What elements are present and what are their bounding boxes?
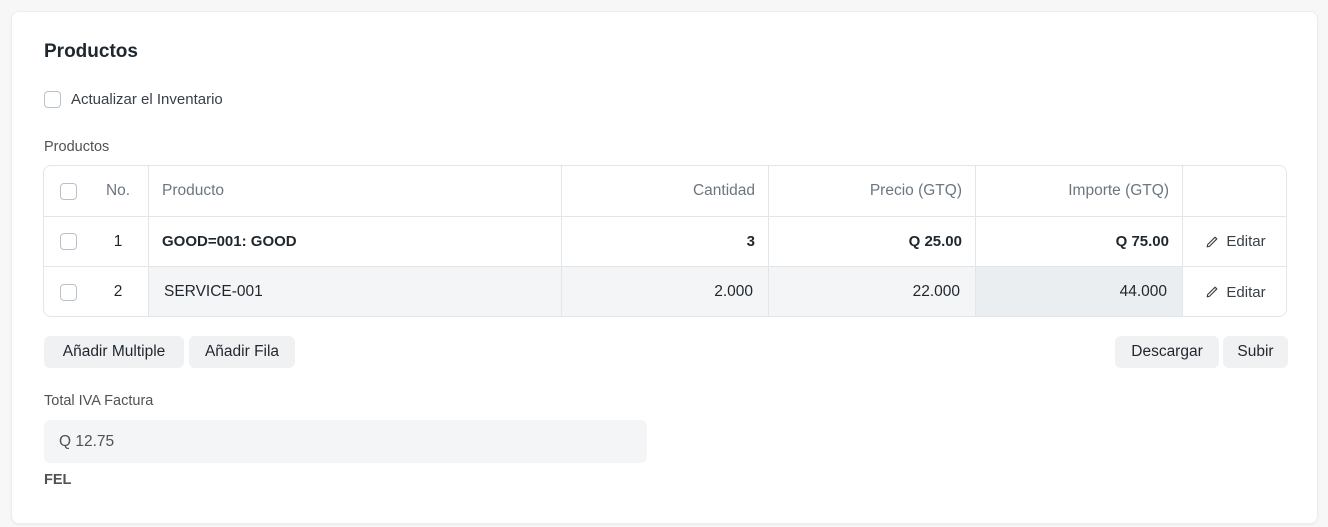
total-tax-label: Total IVA Factura (44, 393, 154, 409)
row-actions: Editar (1182, 267, 1286, 316)
grid-header-row: No. Producto Cantidad Precio (GTQ) Impor… (44, 166, 1286, 217)
edit-row-label: Editar (1226, 283, 1266, 301)
row-checkbox[interactable] (60, 233, 77, 250)
download-button[interactable]: Descargar (1115, 336, 1219, 368)
total-tax-field: Q 12.75 (44, 420, 647, 463)
edit-row-button[interactable]: Editar (1205, 233, 1266, 250)
row-item[interactable]: SERVICE-001 (148, 267, 561, 316)
row-select-cell (44, 217, 89, 266)
row-amount-active[interactable]: 44.000 (975, 267, 1182, 316)
add-row-button[interactable]: Añadir Fila (189, 336, 295, 368)
table-row[interactable]: 1 GOOD=001: GOOD 3 Q 25.00 Q 75.00 Edita… (44, 217, 1286, 267)
row-actions: Editar (1182, 217, 1286, 266)
row-no: 2 (113, 283, 123, 300)
row-rate[interactable]: 22.000 (768, 267, 975, 316)
header-actions (1182, 166, 1286, 216)
header-rate: Precio (GTQ) (768, 166, 975, 216)
update-stock-label: Actualizar el Inventario (71, 91, 223, 108)
update-stock-row[interactable]: Actualizar el Inventario (44, 91, 223, 108)
pencil-icon (1207, 236, 1218, 247)
row-select-cell (44, 267, 89, 316)
row-no: 1 (113, 232, 123, 250)
row-amount[interactable]: Q 75.00 (975, 217, 1182, 266)
header-item: Producto (148, 166, 561, 216)
row-rate[interactable]: Q 25.00 (768, 217, 975, 266)
header-no: No. (105, 182, 131, 199)
update-stock-checkbox[interactable] (44, 91, 61, 108)
section-title: Productos (44, 41, 138, 62)
pencil-icon (1207, 286, 1218, 298)
edit-row-label: Editar (1226, 233, 1266, 250)
row-checkbox[interactable] (60, 283, 77, 301)
items-grid: No. Producto Cantidad Precio (GTQ) Impor… (43, 165, 1287, 317)
row-qty[interactable]: 2.000 (561, 267, 768, 316)
row-item[interactable]: GOOD=001: GOOD (148, 217, 561, 266)
select-all-checkbox[interactable] (60, 182, 77, 200)
header-amount: Importe (GTQ) (975, 166, 1182, 216)
table-row[interactable]: 2 SERVICE-001 2.000 22.000 44.000 Editar (44, 267, 1286, 316)
edit-row-button[interactable]: Editar (1205, 283, 1266, 301)
row-qty[interactable]: 3 (561, 217, 768, 266)
items-table-label: Productos (44, 139, 110, 155)
header-qty: Cantidad (561, 166, 768, 216)
items-section-card: Productos Actualizar el Inventario Produ… (11, 11, 1318, 524)
add-multiple-button[interactable]: Añadir Multiple (44, 336, 184, 368)
upload-button[interactable]: Subir (1223, 336, 1288, 368)
select-all-cell (44, 166, 89, 216)
fel-section-label: FEL (44, 472, 72, 488)
